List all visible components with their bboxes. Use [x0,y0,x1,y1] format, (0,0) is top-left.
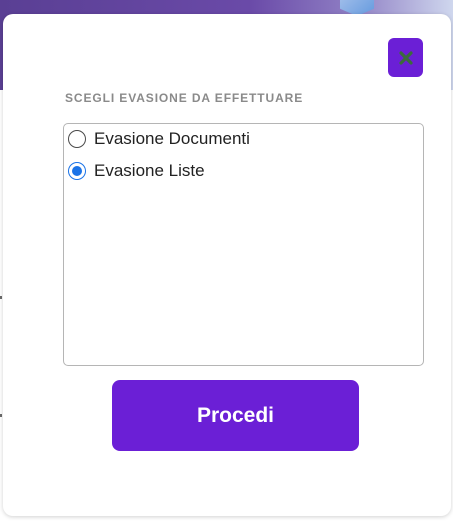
section-label: SCEGLI EVASIONE DA EFFETTUARE [65,91,304,105]
option-evasione-liste[interactable]: Evasione Liste [68,160,205,182]
radio-evasione-documenti[interactable] [68,130,86,148]
radio-evasione-liste[interactable] [68,162,86,180]
backdrop-edge-mark [0,296,2,299]
procedi-button[interactable]: Procedi [112,380,359,451]
option-label: Evasione Documenti [94,129,250,148]
option-evasione-documenti[interactable]: Evasione Documenti [68,128,250,150]
backdrop-edge-mark [0,414,2,417]
close-icon [398,50,414,66]
close-button[interactable] [388,38,423,77]
option-label: Evasione Liste [94,161,205,180]
